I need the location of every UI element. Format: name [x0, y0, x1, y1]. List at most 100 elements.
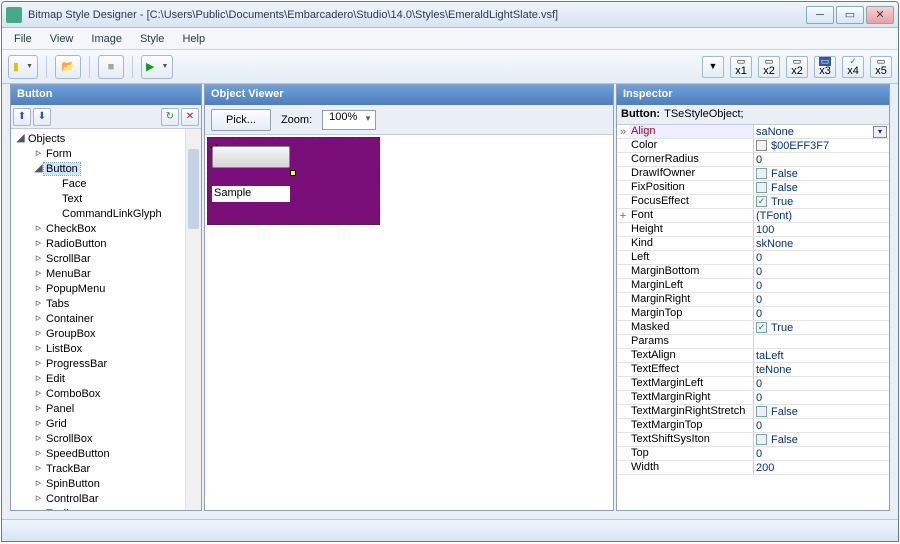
prop-marginleft[interactable]: MarginLeft0	[617, 279, 889, 293]
inspector-panel: Inspector Button: TSeStyleObject; »Align…	[616, 84, 890, 511]
toolbar: ▮▼ 📂 ■ ▶▼ ▼ ▭x1 ▭x2 ▭x2 ▭x3 ✓x4 ▭x5	[2, 50, 898, 84]
menu-bar: File View Image Style Help	[2, 28, 898, 50]
close-button[interactable]: ✕	[866, 6, 894, 24]
resize-handle[interactable]	[290, 170, 296, 176]
inspector-object-header: Button: TSeStyleObject;	[617, 105, 889, 125]
prop-color[interactable]: Color$00EFF3F7	[617, 139, 889, 153]
tree-item-text[interactable]: Text	[13, 191, 199, 206]
prop-height[interactable]: Height100	[617, 223, 889, 237]
tree-panel: Button ⬆ ⬇ ↻ ✕ ◢Objects ▹Form◢ButtonFace…	[10, 84, 202, 511]
main-window: Bitmap Style Designer - [C:\Users\Public…	[1, 1, 899, 542]
zoom-label: Zoom:	[281, 114, 312, 126]
new-style-button[interactable]: ▮▼	[8, 55, 38, 79]
tree-item-trackbar[interactable]: ▹TrackBar	[13, 461, 199, 476]
tree-item-panel[interactable]: ▹Panel	[13, 401, 199, 416]
tree-item-groupbox[interactable]: ▹GroupBox	[13, 326, 199, 341]
menu-style[interactable]: Style	[132, 30, 172, 48]
objects-tree[interactable]: ◢Objects ▹Form◢ButtonFaceTextCommandLink…	[11, 129, 201, 510]
prop-marginbottom[interactable]: MarginBottom0	[617, 265, 889, 279]
prop-kind[interactable]: KindskNone	[617, 237, 889, 251]
prop-masked[interactable]: Masked✓True	[617, 321, 889, 335]
tree-item-scrollbar[interactable]: ▹ScrollBar	[13, 251, 199, 266]
prop-top[interactable]: Top0	[617, 447, 889, 461]
prop-focuseffect[interactable]: FocusEffect✓True	[617, 195, 889, 209]
status-bar	[2, 519, 898, 541]
canvas-area[interactable]: ➔ Sample	[205, 135, 613, 510]
prop-margintop[interactable]: MarginTop0	[617, 307, 889, 321]
tree-item-container[interactable]: ▹Container	[13, 311, 199, 326]
tree-item-listbox[interactable]: ▹ListBox	[13, 341, 199, 356]
tree-item-radiobutton[interactable]: ▹RadioButton	[13, 236, 199, 251]
prop-textmarginleft[interactable]: TextMarginLeft0	[617, 377, 889, 391]
prop-textmarginrightstretch[interactable]: TextMarginRightStretchFalse	[617, 405, 889, 419]
prop-textshiftsysiton[interactable]: TextShiftSysItonFalse	[617, 433, 889, 447]
tree-item-combobox[interactable]: ▹ComboBox	[13, 386, 199, 401]
prop-textmargintop[interactable]: TextMarginTop0	[617, 419, 889, 433]
viewer-panel-title: Object Viewer	[205, 85, 613, 105]
tree-item-form[interactable]: ▹Form	[13, 146, 199, 161]
tree-item-popupmenu[interactable]: ▹PopupMenu	[13, 281, 199, 296]
sample-button-preview[interactable]	[212, 146, 290, 168]
prop-font[interactable]: +Font(TFont)	[617, 209, 889, 223]
prop-width[interactable]: Width200	[617, 461, 889, 475]
tree-item-checkbox[interactable]: ▹CheckBox	[13, 221, 199, 236]
prop-params[interactable]: Params	[617, 335, 889, 349]
title-bar[interactable]: Bitmap Style Designer - [C:\Users\Public…	[2, 2, 898, 28]
menu-image[interactable]: Image	[83, 30, 130, 48]
menu-view[interactable]: View	[42, 30, 82, 48]
prop-fixposition[interactable]: FixPositionFalse	[617, 181, 889, 195]
filter-button[interactable]: ▼	[702, 56, 724, 78]
zoom-x4-button[interactable]: ✓x4	[842, 56, 864, 78]
prop-marginright[interactable]: MarginRight0	[617, 293, 889, 307]
pick-button[interactable]: Pick...	[211, 109, 271, 131]
prop-align[interactable]: »AlignsaNone▾	[617, 125, 889, 139]
zoom-select[interactable]: 100%	[322, 110, 376, 130]
sample-text-preview[interactable]: Sample	[212, 186, 290, 202]
tree-toolbar: ⬆ ⬇ ↻ ✕	[11, 105, 201, 129]
refresh-button[interactable]: ↻	[161, 108, 179, 126]
tree-item-edit[interactable]: ▹Edit	[13, 371, 199, 386]
tree-item-tabs[interactable]: ▹Tabs	[13, 296, 199, 311]
menu-help[interactable]: Help	[174, 30, 213, 48]
zoom-x5-button[interactable]: ▭x5	[870, 56, 892, 78]
viewer-panel: Object Viewer Pick... Zoom: 100% ➔ Sampl…	[204, 84, 614, 511]
prop-drawifowner[interactable]: DrawIfOwnerFalse	[617, 167, 889, 181]
prop-textalign[interactable]: TextAligntaLeft	[617, 349, 889, 363]
tree-item-spinbutton[interactable]: ▹SpinButton	[13, 476, 199, 491]
minimize-button[interactable]: ─	[806, 6, 834, 24]
tree-item-scrollbox[interactable]: ▹ScrollBox	[13, 431, 199, 446]
open-button[interactable]: 📂	[55, 55, 81, 79]
window-title: Bitmap Style Designer - [C:\Users\Public…	[28, 9, 800, 21]
prop-textmarginright[interactable]: TextMarginRight0	[617, 391, 889, 405]
tree-item-button[interactable]: ◢Button	[13, 161, 199, 176]
zoom-x2b-button[interactable]: ▭x2	[786, 56, 808, 78]
tree-item-menubar[interactable]: ▹MenuBar	[13, 266, 199, 281]
prop-left[interactable]: Left0	[617, 251, 889, 265]
tree-item-commandlinkglyph[interactable]: CommandLinkGlyph	[13, 206, 199, 221]
tree-item-grid[interactable]: ▹Grid	[13, 416, 199, 431]
zoom-x1-button[interactable]: ▭x1	[730, 56, 752, 78]
run-button[interactable]: ▶▼	[141, 55, 173, 79]
tree-panel-title: Button	[11, 85, 201, 105]
prop-cornerradius[interactable]: CornerRadius0	[617, 153, 889, 167]
prop-texteffect[interactable]: TextEffectteNone	[617, 363, 889, 377]
viewer-toolbar: Pick... Zoom: 100%	[205, 105, 613, 135]
tree-item-progressbar[interactable]: ▹ProgressBar	[13, 356, 199, 371]
move-down-button[interactable]: ⬇	[33, 108, 51, 126]
delete-button[interactable]: ✕	[181, 108, 199, 126]
stop-button[interactable]: ■	[98, 55, 124, 79]
tree-item-face[interactable]: Face	[13, 176, 199, 191]
zoom-x3-button[interactable]: ▭x3	[814, 56, 836, 78]
property-grid[interactable]: »AlignsaNone▾Color$00EFF3F7CornerRadius0…	[617, 125, 889, 510]
zoom-x2-button[interactable]: ▭x2	[758, 56, 780, 78]
tree-root[interactable]: Objects	[26, 133, 67, 145]
move-up-button[interactable]: ⬆	[13, 108, 31, 126]
maximize-button[interactable]: ▭	[836, 6, 864, 24]
tree-item-toolbar[interactable]: ▹Toolbar	[13, 506, 199, 510]
tree-item-speedbutton[interactable]: ▹SpeedButton	[13, 446, 199, 461]
tree-item-controlbar[interactable]: ▹ControlBar	[13, 491, 199, 506]
menu-file[interactable]: File	[6, 30, 40, 48]
style-canvas[interactable]: ➔ Sample	[207, 137, 380, 225]
inspector-panel-title: Inspector	[617, 85, 889, 105]
tree-scrollbar[interactable]	[185, 129, 201, 510]
